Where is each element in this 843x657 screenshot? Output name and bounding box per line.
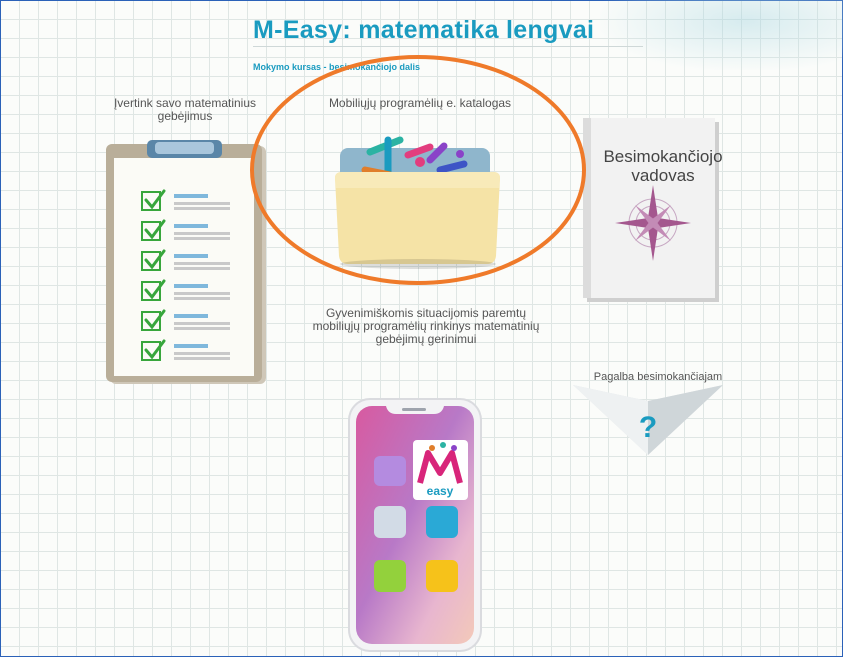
breadcrumb[interactable]: Mokymo kursas - besimokančiojo dalis [253,62,420,72]
folder-icon [335,136,500,269]
question-mark-icon: ? [573,385,723,455]
smartphone-icon: easy [348,398,482,652]
guide-label[interactable]: Besimokančiojo vadovas [595,147,731,185]
collection-tile[interactable]: easy [348,398,482,652]
page-title: M-Easy: matematika lengvai [253,16,595,44]
title-divider [253,46,643,47]
catalog-label[interactable]: Mobiliųjų programėlių e. katalogas [300,97,540,110]
assess-label[interactable]: Įvertink savo matematinius gebėjimus [92,97,278,123]
book-compass-icon [583,118,719,302]
help-tile[interactable]: ? [573,385,723,460]
app-icon-text: easy [427,484,454,498]
guide-tile[interactable] [583,118,719,302]
collection-label[interactable]: Gyvenimiškomis situacijomis paremtų mobi… [306,307,546,346]
catalog-tile[interactable] [330,130,505,270]
assess-tile[interactable] [102,140,270,385]
help-label[interactable]: Pagalba besimokančiajam [588,371,728,383]
clipboard-checklist-icon [106,140,266,384]
decorative-splash [600,0,843,70]
question-symbol: ? [639,411,657,444]
